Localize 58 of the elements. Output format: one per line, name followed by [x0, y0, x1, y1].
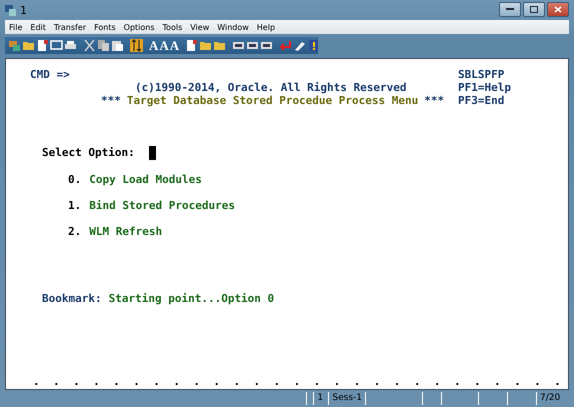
end-key-text: PF3=End — [458, 94, 506, 107]
key-icon[interactable] — [260, 39, 274, 52]
menu-item[interactable]: Help — [256, 22, 276, 32]
screen-id: SBLSPFP — [458, 68, 506, 81]
bookmark-label: Bookmark: — [42, 292, 102, 305]
key-icon[interactable] — [246, 39, 260, 52]
eraser-icon[interactable] — [293, 39, 306, 52]
font-size-button[interactable]: A — [149, 39, 158, 52]
menu-item[interactable]: Tools — [162, 22, 182, 32]
option-number: 1. — [68, 199, 82, 212]
status-field: 7/20 — [536, 392, 569, 405]
menu-item[interactable]: Window — [217, 22, 249, 32]
status-field: Sess-1 — [328, 392, 365, 405]
minimize-button[interactable] — [499, 2, 521, 17]
scissors-icon[interactable] — [83, 39, 96, 52]
minimize-icon — [506, 8, 514, 11]
menu-title: Target Database Stored Procedue Process Menu — [126, 94, 418, 107]
folder-icon[interactable] — [213, 39, 226, 52]
bookmark-value: Starting point...Option 0 — [108, 292, 274, 305]
maximize-button[interactable] — [523, 2, 545, 17]
close-icon — [554, 6, 562, 13]
menu-item[interactable]: View — [190, 22, 210, 32]
folder-icon[interactable] — [22, 39, 35, 52]
key-icon[interactable] — [232, 39, 246, 52]
option-label: Copy Load Modules — [89, 173, 202, 186]
menu-item[interactable]: Edit — [30, 22, 46, 32]
option-number: 0. — [68, 173, 82, 186]
copy-icon[interactable] — [97, 39, 110, 52]
menu-item[interactable]: Transfer — [54, 22, 86, 32]
font-size-button[interactable]: A — [159, 39, 169, 52]
paste-icon[interactable] — [111, 39, 124, 52]
maximize-icon — [530, 6, 538, 13]
help-key-text: PF1=Help — [458, 81, 512, 94]
document-icon[interactable] — [36, 39, 49, 52]
menu-item[interactable]: Options — [124, 22, 155, 32]
app-icon — [5, 4, 16, 16]
close-button[interactable] — [547, 2, 569, 17]
title-stars: *** — [424, 94, 444, 107]
option-label: WLM Refresh — [89, 225, 162, 238]
option-number: 2. — [68, 225, 82, 238]
menu-item[interactable]: File — [9, 22, 22, 32]
option-label: Bind Stored Procedures — [89, 199, 235, 212]
screen-icon[interactable] — [50, 39, 63, 52]
window-title: 1 — [20, 4, 27, 16]
folder-icon[interactable] — [199, 39, 212, 52]
dotted-ruler: . . . . . . . . . . . . . . . . . . . . . . . . . . . — [33, 375, 564, 388]
status-field: 1 — [313, 392, 328, 405]
command-label: CMD => — [30, 68, 70, 81]
document-icon[interactable] — [185, 39, 198, 52]
select-option-label: Select Option: — [42, 146, 135, 160]
font-size-button[interactable]: A — [170, 39, 180, 52]
printer-icon[interactable] — [64, 39, 77, 52]
exclamation-icon[interactable] — [307, 39, 320, 52]
up-down-arrows-icon[interactable] — [130, 39, 143, 52]
title-stars: *** — [101, 94, 121, 107]
menu-item[interactable]: Fonts — [94, 22, 116, 32]
text-cursor[interactable] — [148, 146, 156, 160]
copyright-text: (c)1990-2014, Oracle. All Rights Reserved — [135, 81, 407, 94]
